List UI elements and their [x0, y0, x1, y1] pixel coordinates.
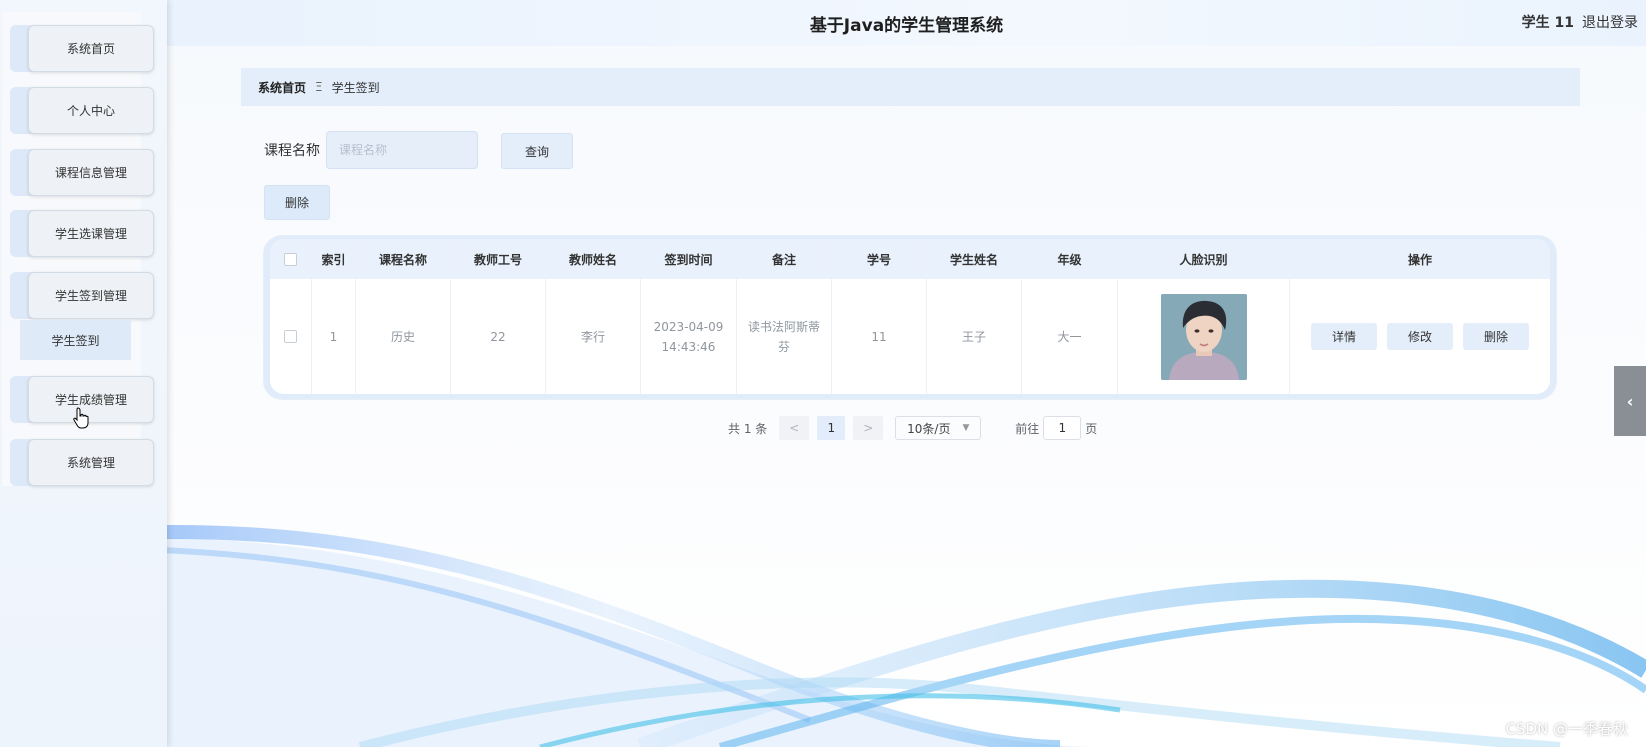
watermark: CSDN @一季春秋: [1505, 720, 1628, 738]
current-user: 学生 11: [1521, 15, 1574, 31]
column-header: 人脸识别: [1118, 239, 1290, 279]
background-waves: [160, 524, 1646, 747]
column-header: 课程名称: [356, 239, 451, 279]
breadcrumb-separator-icon: Ξ: [315, 80, 323, 94]
pagination-total: 共 1 条: [728, 421, 768, 436]
cell-time: 2023-04-09 14:43:46: [641, 279, 737, 394]
column-header: 学生姓名: [927, 239, 1022, 279]
sidebar-item-course-info[interactable]: 课程信息管理: [10, 149, 154, 196]
chevron-down-icon: ▼: [962, 423, 970, 433]
face-photo[interactable]: [1160, 293, 1247, 380]
query-button[interactable]: 查询: [501, 133, 573, 169]
detail-button[interactable]: 详情: [1311, 323, 1377, 350]
sidebar-item-personal-center[interactable]: 个人中心: [10, 87, 154, 134]
goto-page-input[interactable]: [1043, 416, 1082, 440]
table-header: 索引 课程名称 教师工号 教师姓名 签到时间 备注 学号 学生姓名 年级 人脸识…: [270, 239, 1550, 279]
goto-label: 前往: [1015, 421, 1040, 436]
column-header: 教师姓名: [546, 239, 641, 279]
page-size-value: 10条/页: [907, 421, 951, 436]
table-row: 1 历史 22 李行 2023-04-09 14:43:46 读书法阿斯蒂芬 1…: [270, 279, 1550, 394]
edit-button[interactable]: 修改: [1387, 323, 1453, 350]
breadcrumb-current: 学生签到: [331, 80, 380, 95]
cell-teacher-id: 22: [451, 279, 546, 394]
top-header: 基于Java的学生管理系统 学生 11 退出登录: [167, 0, 1646, 46]
chevron-left-icon: ‹: [1626, 391, 1634, 411]
row-select-cell: [270, 279, 312, 394]
column-header: 教师工号: [451, 239, 546, 279]
column-header: 操作: [1407, 252, 1432, 267]
sidebar-item-label: 学生成绩管理: [28, 376, 154, 423]
cell-remark: 读书法阿斯蒂芬: [737, 279, 832, 394]
sidebar-item-label: 课程信息管理: [28, 149, 154, 196]
table-body-wrapper: 索引 课程名称 教师工号 教师姓名 签到时间 备注 学号 学生姓名 年级 人脸识…: [270, 239, 1550, 394]
sidebar-item-attendance[interactable]: 学生签到管理: [10, 272, 154, 319]
cell-course: 历史: [356, 279, 451, 394]
page-label: 页: [1085, 421, 1098, 436]
cell-index: 1: [312, 279, 356, 394]
row-delete-button[interactable]: 删除: [1463, 323, 1529, 350]
sidebar-item-label: 学生签到管理: [28, 272, 154, 319]
cell-student-id: 11: [832, 279, 927, 394]
sidebar-item-home[interactable]: 系统首页: [10, 25, 154, 72]
sidebar-item-label: 个人中心: [28, 87, 154, 134]
next-page-button[interactable]: >: [853, 416, 884, 440]
hand-cursor-icon: [73, 407, 89, 429]
column-header: 签到时间: [641, 239, 737, 279]
cell-face-photo: [1118, 279, 1290, 394]
sidebar: 系统首页 个人中心 课程信息管理 学生选课管理 学生签到管理 学生签到 学生成绩…: [0, 0, 167, 747]
select-all-checkbox[interactable]: [284, 252, 297, 266]
attendance-table: 索引 课程名称 教师工号 教师姓名 签到时间 备注 学号 学生姓名 年级 人脸识…: [264, 236, 1556, 399]
column-header: 索引: [312, 239, 356, 279]
sidebar-item-label: 系统首页: [28, 25, 154, 72]
sidebar-item-course-selection[interactable]: 学生选课管理: [10, 210, 154, 257]
column-header: 学号: [832, 239, 927, 279]
page-size-select[interactable]: 10条/页 ▼: [895, 416, 982, 440]
app-title: 基于Java的学生管理系统: [809, 16, 1004, 36]
row-checkbox[interactable]: [284, 330, 297, 343]
breadcrumb-home[interactable]: 系统首页: [258, 79, 306, 96]
logout-link[interactable]: 退出登录: [1582, 12, 1638, 32]
cell-actions: 详情 修改 删除: [1290, 279, 1550, 394]
cell-grade: 大一: [1022, 279, 1118, 394]
prev-page-button[interactable]: <: [779, 416, 810, 440]
course-name-input[interactable]: [326, 131, 478, 169]
cell-teacher-name: 李行: [546, 279, 641, 394]
page: 基于Java的学生管理系统 学生 11 退出登录 系统首页 个人中心 课程信息管…: [0, 0, 1646, 747]
course-name-label: 课程名称: [264, 143, 320, 159]
sidebar-item-label: 学生选课管理: [28, 210, 154, 257]
sidebar-subitem-student-attendance[interactable]: 学生签到: [20, 320, 131, 360]
sidebar-item-system[interactable]: 系统管理: [10, 439, 154, 486]
breadcrumb: 系统首页 Ξ 学生签到: [241, 68, 1580, 106]
column-header: 年级: [1022, 239, 1118, 279]
bulk-delete-button[interactable]: 删除: [264, 185, 330, 220]
pagination: 共 1 条 < 1 > 10条/页 ▼ 前往 页: [728, 416, 1097, 440]
select-all-cell: [270, 239, 312, 279]
cell-student-name: 王子: [927, 279, 1022, 394]
sidebar-item-label: 系统管理: [28, 439, 154, 486]
student-portrait-icon: [1160, 293, 1247, 380]
column-header: 备注: [737, 239, 832, 279]
collapse-tab[interactable]: ‹: [1614, 366, 1646, 436]
page-number-current[interactable]: 1: [817, 416, 846, 440]
